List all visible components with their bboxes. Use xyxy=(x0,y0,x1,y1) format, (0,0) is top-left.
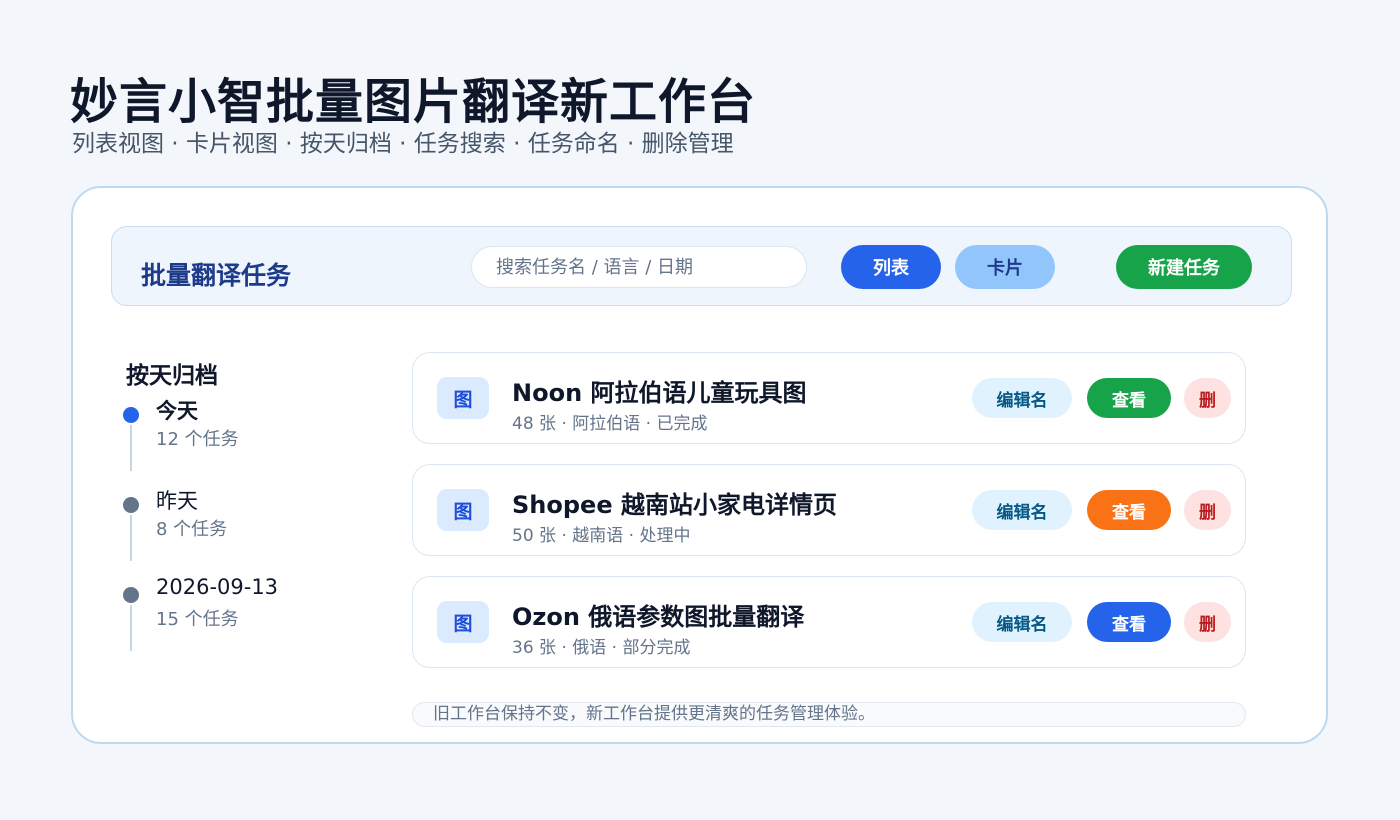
toolbar-title: 批量翻译任务 xyxy=(141,261,292,290)
day-count: 8 个任务 xyxy=(156,519,228,540)
task-card: 图 Shopee 越南站小家电详情页 50 张 · 越南语 · 处理中 编辑名 … xyxy=(412,464,1246,556)
delete-button[interactable]: 删 xyxy=(1184,378,1231,418)
task-name: Shopee 越南站小家电详情页 xyxy=(512,491,837,519)
archive-title: 按天归档 xyxy=(126,363,218,389)
task-name: Ozon 俄语参数图批量翻译 xyxy=(512,603,805,631)
rename-button[interactable]: 编辑名 xyxy=(972,378,1072,418)
timeline-line xyxy=(130,425,132,471)
timeline-dot xyxy=(123,407,139,423)
timeline-dot xyxy=(123,587,139,603)
toolbar: 批量翻译任务 列表 卡片 新建任务 xyxy=(111,226,1292,306)
card-view-button[interactable]: 卡片 xyxy=(955,245,1055,289)
task-name: Noon 阿拉伯语儿童玩具图 xyxy=(512,379,807,407)
day-name: 昨天 xyxy=(156,489,198,513)
day-name: 2026-09-13 xyxy=(156,575,279,599)
task-meta: 48 张 · 阿拉伯语 · 已完成 xyxy=(512,414,708,434)
day-count: 15 个任务 xyxy=(156,609,239,630)
new-task-button[interactable]: 新建任务 xyxy=(1116,245,1252,289)
image-thumb-icon: 图 xyxy=(437,601,489,643)
view-button[interactable]: 查看 xyxy=(1087,490,1171,530)
page-title: 妙言小智批量图片翻译新工作台 xyxy=(70,74,757,130)
delete-button[interactable]: 删 xyxy=(1184,490,1231,530)
delete-button[interactable]: 删 xyxy=(1184,602,1231,642)
day-name: 今天 xyxy=(156,399,198,423)
view-button[interactable]: 查看 xyxy=(1087,602,1171,642)
timeline-dot xyxy=(123,497,139,513)
timeline-line xyxy=(130,605,132,651)
search-input[interactable] xyxy=(471,246,807,288)
rename-button[interactable]: 编辑名 xyxy=(972,490,1072,530)
list-view-button[interactable]: 列表 xyxy=(841,245,941,289)
task-meta: 50 张 · 越南语 · 处理中 xyxy=(512,526,691,546)
timeline-line xyxy=(130,515,132,561)
rename-button[interactable]: 编辑名 xyxy=(972,602,1072,642)
image-thumb-icon: 图 xyxy=(437,489,489,531)
footer-note: 旧工作台保持不变，新工作台提供更清爽的任务管理体验。 xyxy=(412,702,1246,727)
task-meta: 36 张 · 俄语 · 部分完成 xyxy=(512,638,691,658)
image-thumb-icon: 图 xyxy=(437,377,489,419)
task-card: 图 Ozon 俄语参数图批量翻译 36 张 · 俄语 · 部分完成 编辑名 查看… xyxy=(412,576,1246,668)
view-button[interactable]: 查看 xyxy=(1087,378,1171,418)
day-count: 12 个任务 xyxy=(156,429,239,450)
page-subtitle: 列表视图 · 卡片视图 · 按天归档 · 任务搜索 · 任务命名 · 删除管理 xyxy=(72,131,734,157)
task-card: 图 Noon 阿拉伯语儿童玩具图 48 张 · 阿拉伯语 · 已完成 编辑名 查… xyxy=(412,352,1246,444)
workspace-panel: 批量翻译任务 列表 卡片 新建任务 按天归档 今天 12 个任务 昨天 8 个任… xyxy=(71,186,1328,744)
